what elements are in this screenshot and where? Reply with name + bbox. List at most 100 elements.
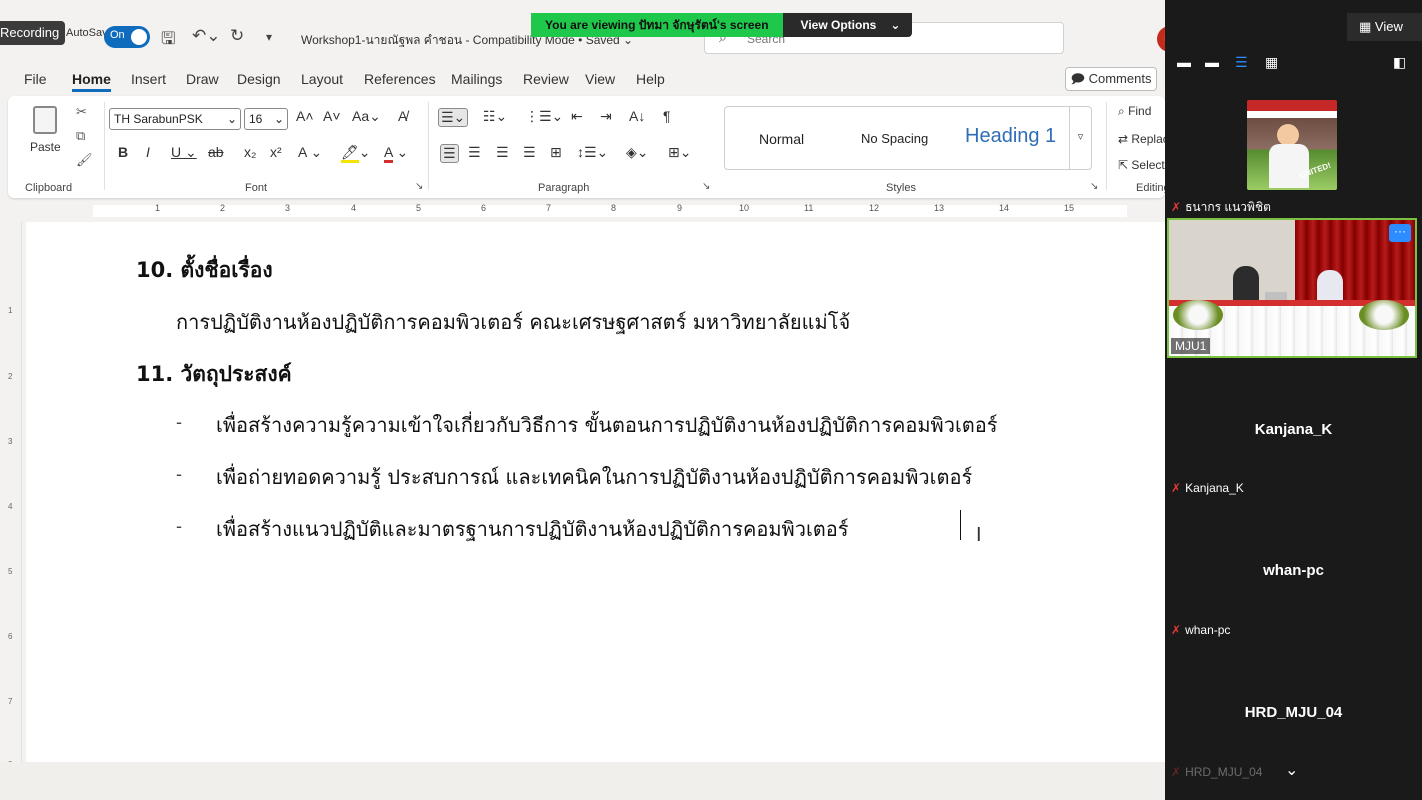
paste-label: Paste	[30, 140, 61, 154]
align-center-icon[interactable]: ☰	[468, 144, 481, 161]
project-title-text: การปฏิบัติงานห้องปฏิบัติการคอมพิวเตอร์ ค…	[176, 310, 851, 334]
cut-icon[interactable]: ✂	[76, 104, 87, 120]
clear-formatting-icon[interactable]: A̸	[398, 108, 407, 124]
ruler-tick-label: 2	[220, 203, 226, 213]
bullet-marker: -	[176, 464, 182, 484]
thumbnail-layout-icon[interactable]: ▬	[1205, 54, 1219, 70]
speaker-layout-icon[interactable]: ☰	[1235, 54, 1248, 71]
multilevel-list-icon[interactable]: ⋮☰⌄	[525, 108, 563, 125]
tab-design[interactable]: Design	[237, 71, 281, 87]
tab-mailings[interactable]: Mailings	[451, 71, 502, 87]
ruler-tick-label: 4	[8, 502, 13, 511]
tab-insert[interactable]: Insert	[131, 71, 166, 87]
distributed-icon[interactable]: ⊞	[550, 144, 562, 161]
save-icon[interactable]: 🖫	[161, 26, 175, 55]
select-button[interactable]: ⇱ Select	[1118, 158, 1165, 172]
subscript-icon[interactable]: x₂	[244, 144, 256, 160]
comments-button[interactable]: 🗩 Comments	[1065, 67, 1157, 91]
editing-group-label: Editing	[1136, 182, 1165, 194]
paste-icon[interactable]	[33, 106, 57, 134]
line-spacing-icon[interactable]: ↕☰⌄	[577, 144, 608, 161]
numbering-icon[interactable]: ☷⌄	[483, 108, 507, 125]
tab-review[interactable]: Review	[523, 71, 569, 87]
highlight-icon[interactable]: 🖊⌄	[341, 144, 371, 163]
ruler-tick-label: 1	[8, 306, 13, 315]
borders-icon[interactable]: ⊞⌄	[668, 144, 691, 161]
replace-button[interactable]: ⇄ Replace	[1118, 132, 1165, 146]
format-painter-icon[interactable]: 🖌	[76, 152, 93, 168]
tab-view[interactable]: View	[585, 71, 615, 87]
screen-share-banner: You are viewing ปัทมา จักษุรัตน์'s scree…	[531, 13, 913, 37]
font-size-value: 16	[249, 112, 263, 126]
participant-video[interactable]: MJU1 ···	[1167, 218, 1417, 358]
style-heading-1[interactable]: Heading 1	[965, 125, 1056, 148]
more-options-icon[interactable]: ···	[1389, 224, 1411, 242]
tab-file[interactable]: File	[24, 71, 47, 87]
find-button[interactable]: ⌕ Find	[1118, 104, 1151, 119]
text-effects-icon[interactable]: A ⌄	[298, 144, 322, 161]
increase-indent-icon[interactable]: ⇥	[600, 108, 612, 125]
side-panel-icon[interactable]: ◧	[1393, 54, 1406, 71]
styles-gallery: Normal No Spacing Heading 1 ▿	[724, 106, 1092, 170]
flower-arrangement	[1359, 300, 1409, 330]
zoom-view-button[interactable]: ▦ View	[1347, 13, 1422, 41]
tab-help[interactable]: Help	[636, 71, 665, 87]
copy-icon[interactable]: ⧉	[76, 128, 85, 144]
scroll-down-chevron-icon[interactable]: ⌄	[1285, 760, 1298, 780]
zoom-gallery-panel: ▦ View ▬ ▬ ☰ ▦ ◧ UNITED! ✗ ธนากร แนวพิชิต…	[1165, 0, 1422, 800]
tab-references[interactable]: References	[364, 71, 436, 87]
strikethrough-icon[interactable]: ab	[208, 144, 224, 160]
font-color-icon[interactable]: A ⌄	[384, 144, 408, 163]
view-options-label: View Options	[800, 18, 877, 32]
grow-font-icon[interactable]: A˄	[296, 108, 314, 124]
view-options-button[interactable]: View Options ⌄	[782, 13, 913, 37]
align-left-icon[interactable]: ☰	[440, 144, 459, 163]
bullets-icon[interactable]: ☰⌄	[438, 108, 469, 127]
change-case-icon[interactable]: Aa⌄	[352, 108, 381, 125]
font-name-dropdown[interactable]: TH SarabunPSK ⌄	[109, 108, 241, 130]
underline-icon[interactable]: U ⌄	[171, 144, 197, 161]
italic-icon[interactable]: I	[146, 144, 150, 160]
bold-icon[interactable]: B	[118, 144, 128, 160]
style-no-spacing[interactable]: No Spacing	[861, 131, 928, 146]
align-right-icon[interactable]: ☰	[496, 144, 509, 161]
ruler-tick-label: 5	[8, 567, 13, 576]
dialog-launcher-icon[interactable]: ↘	[415, 181, 423, 192]
tab-layout[interactable]: Layout	[301, 71, 343, 87]
section-heading: 10. ตั้งชื่อเรื่อง	[136, 258, 273, 282]
redo-icon[interactable]: ↻	[230, 26, 244, 46]
shrink-font-icon[interactable]: A˅	[323, 108, 341, 124]
participant-label: ✗ Kanjana_K	[1171, 481, 1244, 495]
recording-indicator: Recording	[0, 21, 66, 45]
view-label: View	[1374, 19, 1403, 34]
dialog-launcher-icon[interactable]: ↘	[702, 181, 710, 192]
minimize-video-icon[interactable]: ▬	[1177, 54, 1191, 70]
autosave-toggle[interactable]: On	[104, 26, 150, 48]
chevron-down-icon: ⌄	[226, 112, 237, 126]
show-marks-icon[interactable]: ¶	[663, 108, 671, 124]
decrease-indent-icon[interactable]: ⇤	[571, 108, 583, 125]
participant-name: whan-pc	[1185, 623, 1231, 637]
horizontal-ruler: 1 2 3 4 5 6 7 8 9 10 11 12 13 14 15	[0, 202, 1165, 220]
dialog-launcher-icon[interactable]: ↘	[1090, 181, 1098, 192]
participant-label: ✗ whan-pc	[1171, 623, 1230, 637]
sort-icon[interactable]: A↓	[629, 108, 645, 124]
group-divider	[1106, 102, 1107, 190]
section-heading: 11. วัตถุประสงค์	[136, 362, 292, 386]
muted-mic-icon: ✗	[1171, 765, 1182, 779]
ruler-tick-label: 13	[934, 203, 945, 213]
justify-icon[interactable]: ☰	[523, 144, 536, 161]
find-label: Find	[1128, 104, 1152, 118]
superscript-icon[interactable]: x²	[270, 144, 282, 160]
gallery-layout-icon[interactable]: ▦	[1265, 54, 1278, 71]
document-page[interactable]: 10. ตั้งชื่อเรื่อง การปฏิบัติงานห้องปฏิบ…	[26, 222, 1165, 762]
tab-home[interactable]: Home	[72, 71, 111, 92]
tab-draw[interactable]: Draw	[186, 71, 219, 87]
undo-icon[interactable]: ↶⌄	[192, 26, 221, 46]
ruler-tick-label: 3	[8, 437, 13, 446]
styles-more-icon[interactable]: ▿	[1069, 107, 1091, 169]
style-normal[interactable]: Normal	[759, 131, 804, 147]
customize-toolbar-icon[interactable]: ▾	[266, 30, 272, 44]
shading-icon[interactable]: ◈⌄	[626, 144, 649, 161]
font-size-dropdown[interactable]: 16 ⌄	[244, 108, 288, 130]
